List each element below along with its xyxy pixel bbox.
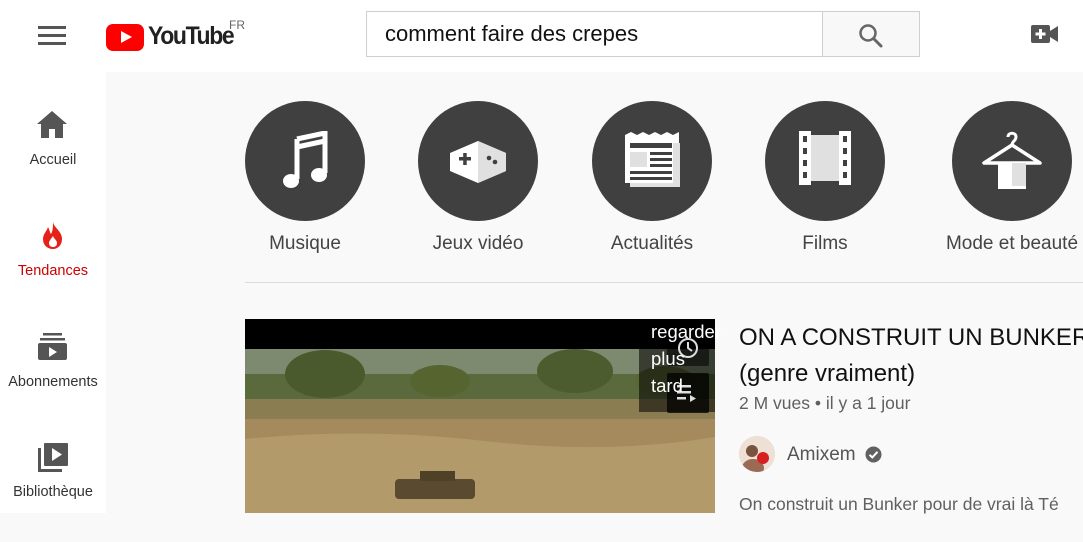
divider [245, 282, 1083, 283]
category-circle [765, 101, 885, 221]
gamepad-icon [450, 141, 506, 183]
play-logo-icon [106, 24, 144, 51]
sidebar: Accueil Tendances Abonnements Bibliothèq… [0, 72, 106, 513]
category-circle [245, 101, 365, 221]
sidebar-item-accueil[interactable]: Accueil [0, 110, 106, 210]
channel-name[interactable]: Amixem [787, 444, 856, 466]
sidebar-item-bibliotheque[interactable]: Bibliothèque [0, 442, 106, 542]
library-icon [38, 443, 68, 472]
category-circle [418, 101, 538, 221]
masthead: YouTube FR [0, 0, 1083, 72]
sidebar-item-label: Accueil [29, 152, 77, 168]
add-to-queue-button[interactable] [667, 373, 709, 413]
category-actualites[interactable]: Actualités [592, 101, 712, 261]
country-code: FR [229, 18, 245, 32]
category-films[interactable]: Films [765, 101, 885, 261]
video-title[interactable]: ON A CONSTRUIT UN BUNKER (genre vraiment… [739, 320, 1083, 392]
create-video-button[interactable] [1030, 22, 1062, 50]
newspaper-icon [625, 132, 680, 187]
watch-later-button[interactable] [667, 330, 709, 366]
flame-icon [43, 222, 62, 249]
menu-icon[interactable] [30, 22, 74, 50]
logo-text: YouTube [148, 22, 235, 50]
search-input[interactable] [367, 12, 822, 56]
category-mode-et-beaute[interactable]: Mode et beauté [946, 101, 1078, 261]
sidebar-item-tendances[interactable]: Tendances [0, 221, 106, 321]
video-title-line1: ON A CONSTRUIT UN BUNKER [739, 324, 1083, 351]
hanger-icon [982, 131, 1042, 189]
avatar-image [739, 436, 775, 472]
home-icon [37, 111, 67, 138]
verified-badge-icon [865, 446, 882, 463]
sidebar-item-label: Abonnements [8, 374, 98, 390]
search-box [366, 11, 822, 57]
category-musique[interactable]: Musique [245, 101, 365, 261]
video-title-line2: (genre vraiment) [739, 360, 916, 387]
youtube-logo[interactable]: YouTube FR [106, 18, 256, 58]
video-metadata: 2 M vues • il y a 1 jour [739, 393, 911, 413]
sidebar-item-label: Bibliothèque [13, 484, 93, 500]
video-camera-plus-icon [1031, 25, 1058, 43]
video-description: On construit un Bunker pour de vrai là T… [739, 494, 1059, 514]
clock-icon [678, 338, 698, 358]
sidebar-item-label: Tendances [17, 263, 89, 279]
music-note-icon [283, 131, 328, 188]
category-jeux-video[interactable]: Jeux vidéo [418, 101, 538, 261]
film-strip-icon [799, 131, 851, 185]
queue-icon [677, 385, 696, 402]
category-circle [952, 101, 1072, 221]
category-label: Mode et beauté [945, 233, 1079, 254]
category-circle [592, 101, 712, 221]
search-icon [859, 24, 883, 48]
sidebar-item-abonnements[interactable]: Abonnements [0, 332, 106, 432]
channel-avatar[interactable] [739, 436, 775, 472]
subscriptions-icon [38, 333, 67, 360]
search-button[interactable] [822, 11, 920, 57]
